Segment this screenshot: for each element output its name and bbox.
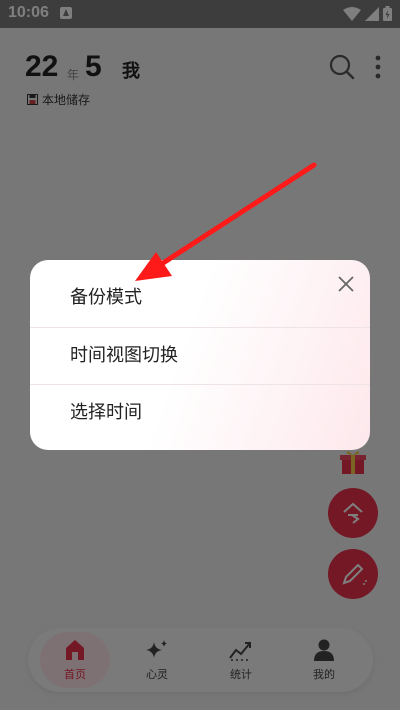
menu-item-select-time[interactable]: 选择时间 (30, 384, 370, 440)
menu-item-switch-time-view[interactable]: 时间视图切换 (30, 327, 370, 383)
menu-item-backup-mode[interactable]: 备份模式 (30, 270, 370, 326)
